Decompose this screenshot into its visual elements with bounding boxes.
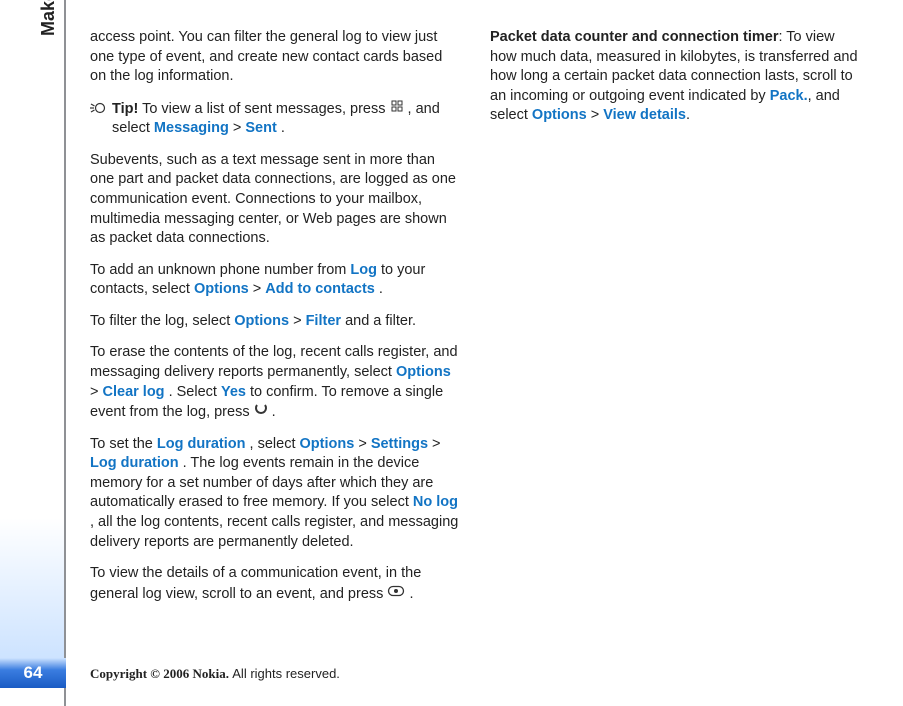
text: . Select (169, 384, 221, 400)
tip-icon (88, 101, 106, 115)
content-area: access point. You can filter the general… (90, 28, 885, 688)
paragraph: To add an unknown phone number from Log … (90, 261, 462, 300)
vertical-divider (64, 0, 66, 706)
link-options: Options (532, 107, 587, 123)
link-add-to-contacts: Add to contacts (265, 281, 375, 297)
page: Make calls 64 access point. You can filt… (0, 0, 903, 706)
link-clear-log: Clear log (103, 384, 165, 400)
heading-inline: Packet data counter and connection timer (490, 29, 778, 45)
link-log-duration: Log duration (90, 455, 179, 471)
text: . (409, 586, 413, 602)
paragraph: Packet data counter and connection timer… (490, 28, 862, 126)
page-number: 64 (24, 663, 43, 683)
separator: > (358, 436, 371, 452)
copyright-brand: Copyright © 2006 Nokia. (90, 666, 232, 681)
text: To add an unknown phone number from (90, 262, 350, 278)
link-log-duration: Log duration (157, 436, 246, 452)
paragraph: access point. You can filter the general… (90, 28, 462, 87)
link-options: Options (396, 364, 451, 380)
link-pack: Pack. (770, 88, 808, 104)
menu-key-icon (390, 99, 404, 120)
text: , all the log contents, recent calls reg… (90, 514, 458, 550)
paragraph: To filter the log, select Options > Filt… (90, 312, 462, 332)
link-log: Log (350, 262, 377, 278)
gutter-fade (0, 518, 66, 658)
paragraph: Subevents, such as a text message sent i… (90, 151, 462, 249)
text: . (281, 120, 285, 136)
columns: access point. You can filter the general… (90, 28, 885, 616)
tip-paragraph: Tip! To view a list of sent messages, pr… (90, 99, 462, 139)
link-options: Options (300, 436, 355, 452)
separator: > (90, 384, 103, 400)
link-no-log: No log (413, 494, 458, 510)
column-2: Packet data counter and connection timer… (490, 28, 862, 616)
text: , select (250, 436, 300, 452)
copyright: Copyright © 2006 Nokia. All rights reser… (90, 666, 340, 682)
paragraph: To set the Log duration , select Options… (90, 435, 462, 552)
paragraph: To view the details of a communication e… (90, 564, 462, 604)
link-settings: Settings (371, 436, 428, 452)
link-filter: Filter (306, 313, 341, 329)
separator: > (253, 281, 266, 297)
link-messaging: Messaging (154, 120, 229, 136)
separator: > (293, 313, 306, 329)
text: To view the details of a communication e… (90, 565, 421, 602)
scroll-key-icon (387, 584, 405, 605)
separator: > (432, 436, 440, 452)
tip-label: Tip! (112, 101, 138, 117)
text: . (272, 404, 276, 420)
text: . (379, 281, 383, 297)
separator: > (587, 107, 604, 123)
page-number-box: 64 (0, 658, 66, 688)
text: To view a list of sent messages, press (142, 101, 389, 117)
link-options: Options (234, 313, 289, 329)
link-yes: Yes (221, 384, 246, 400)
text: . (686, 107, 690, 123)
text: To set the (90, 436, 157, 452)
text: To filter the log, select (90, 313, 234, 329)
copyright-suffix: All rights reserved. (232, 666, 340, 681)
text: and a filter. (345, 313, 416, 329)
separator: > (233, 120, 246, 136)
paragraph: To erase the contents of the log, recent… (90, 343, 462, 422)
section-title: Make calls (38, 0, 59, 36)
column-1: access point. You can filter the general… (90, 28, 462, 616)
link-options: Options (194, 281, 249, 297)
clear-key-icon (254, 402, 268, 423)
link-view-details: View details (603, 107, 686, 123)
link-sent: Sent (245, 120, 276, 136)
left-gutter: Make calls 64 (0, 0, 66, 706)
